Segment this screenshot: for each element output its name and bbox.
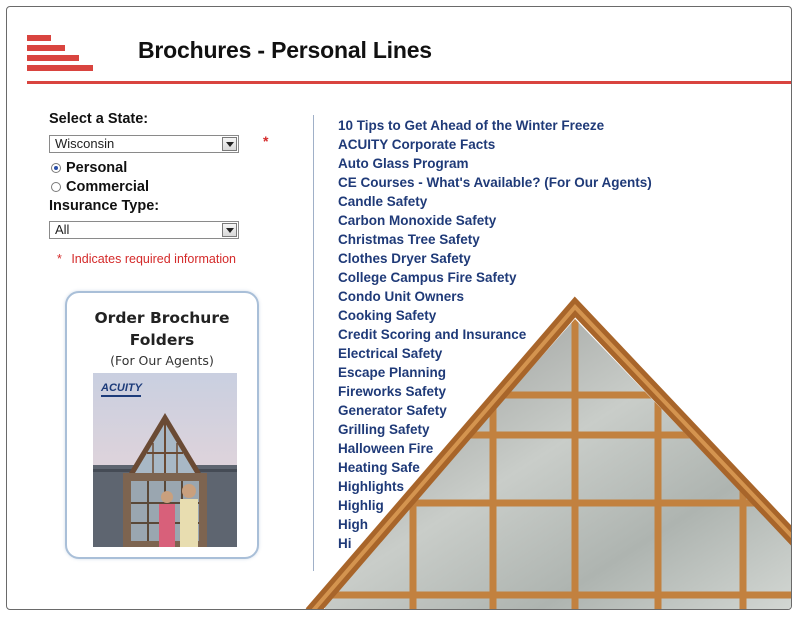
required-note: Indicates required information [71,252,237,266]
insurance-type-label: Insurance Type: [49,198,160,214]
radio-personal[interactable]: Personal [49,158,279,177]
page-title: Brochures - Personal Lines [138,37,432,63]
brochure-link[interactable]: College Campus Fire Safety [338,268,652,287]
state-label: Select a State: [49,111,149,127]
brochure-link[interactable]: Clothes Dryer Safety [338,249,652,268]
brochure-link[interactable]: 10 Tips to Get Ahead of the Winter Freez… [338,116,652,135]
required-marker: * [263,133,269,149]
radio-button-selected[interactable] [51,162,61,173]
brochure-link[interactable]: CE Courses - What's Available? (For Our … [338,173,652,192]
radio-commercial-label: Commercial [66,178,150,195]
brochure-link[interactable]: ACUITY Corporate Facts [338,135,652,154]
card-title-line1: Order Brochure [94,309,230,327]
header-divider [27,81,791,84]
brochure-cover-image[interactable]: ACUITY [93,373,237,547]
insurance-type-value: All [55,222,70,237]
card-subtitle: (For Our Agents) [110,353,214,368]
brochure-link[interactable]: Candle Safety [338,192,652,211]
insurance-type-select[interactable]: All [49,221,239,239]
filter-sidebar: Select a State: Wisconsin * Personal Com… [49,111,279,268]
brochure-link[interactable]: Christmas Tree Safety [338,230,652,249]
red-stripes-logo-icon [27,35,93,71]
page-frame: Brochures - Personal Lines Select a Stat… [6,6,792,610]
state-select-value: Wisconsin [55,136,115,151]
brochure-link[interactable]: Auto Glass Program [338,154,652,173]
card-title-line2: Folders [129,331,195,349]
state-select[interactable]: Wisconsin [49,135,239,153]
order-brochure-card[interactable]: Order Brochure Folders (For Our Agents) … [65,291,259,559]
radio-commercial[interactable]: Commercial [49,177,279,196]
brochure-link[interactable]: Carbon Monoxide Safety [338,211,652,230]
radio-button[interactable] [51,181,61,192]
glass-gable-roof-image [305,296,791,609]
radio-personal-label: Personal [66,159,128,176]
required-note-star: * [57,252,62,266]
chevron-down-icon[interactable] [222,223,237,237]
cover-brand: ACUITY [100,382,144,394]
chevron-down-icon[interactable] [222,137,237,151]
